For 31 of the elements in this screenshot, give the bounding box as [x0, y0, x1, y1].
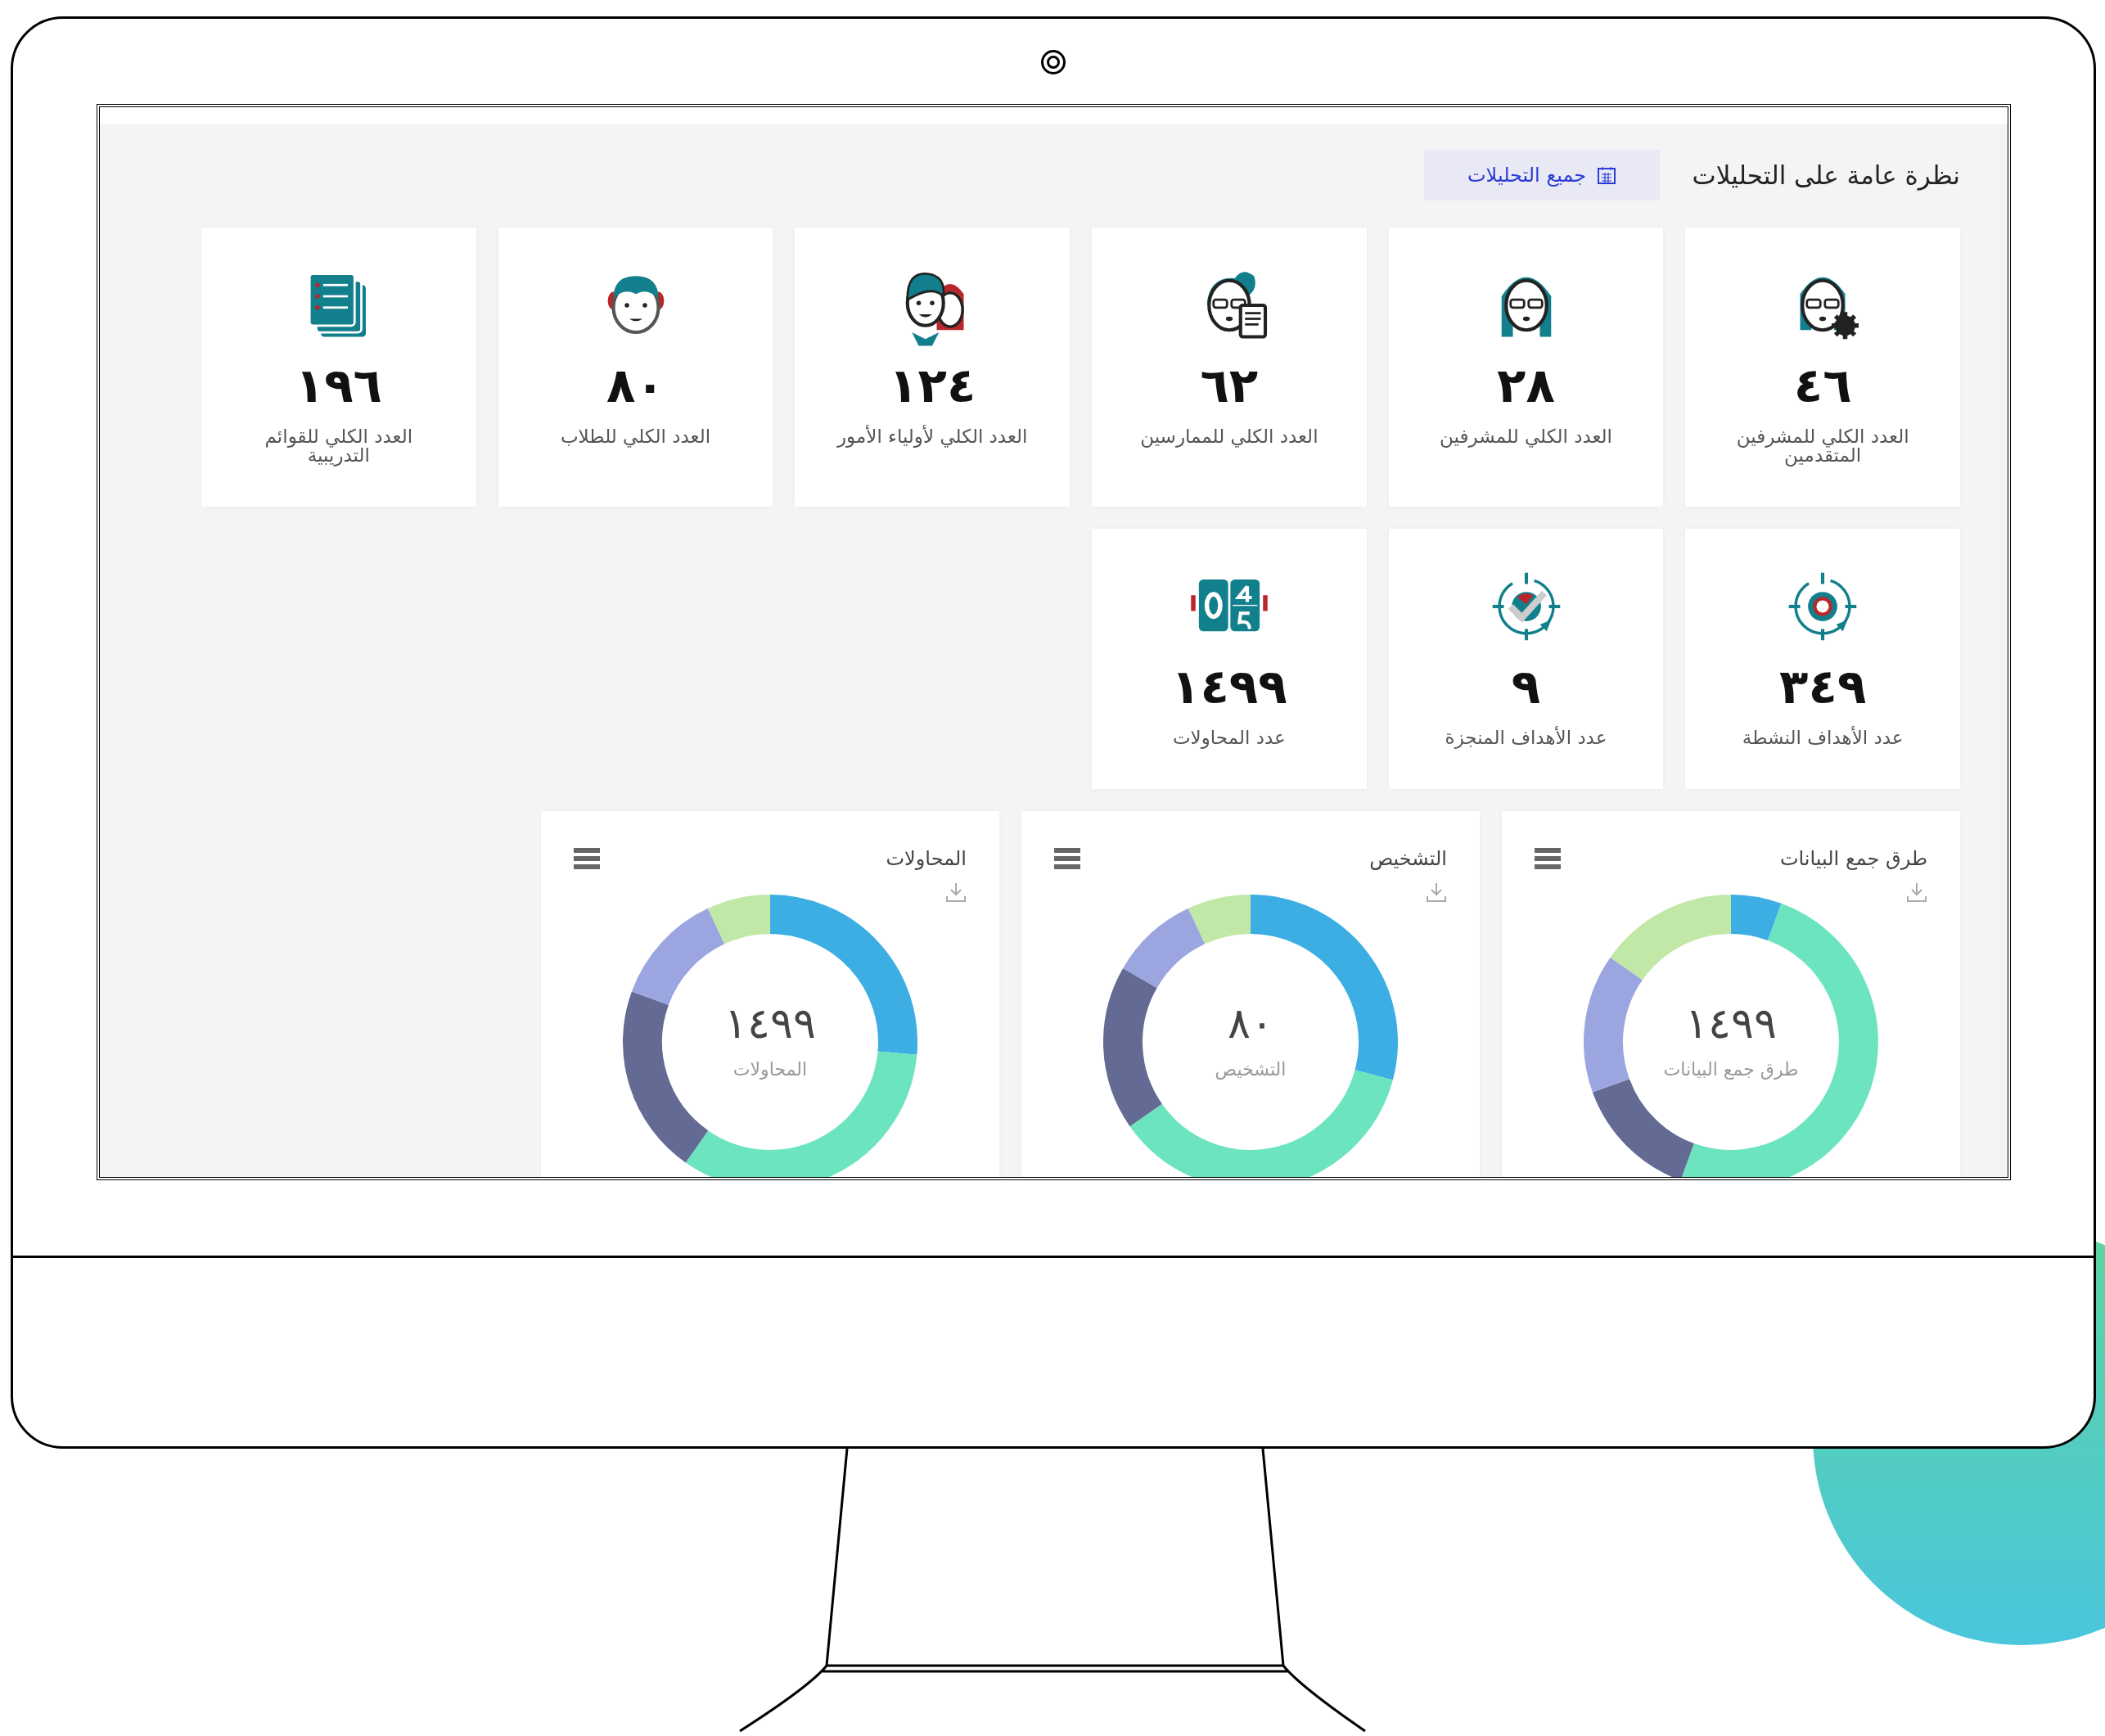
menu-icon[interactable]	[1054, 848, 1080, 869]
chart-center-value: ١٤٩٩	[724, 1001, 816, 1044]
chart-title: التشخيص	[1369, 846, 1447, 872]
menu-icon[interactable]	[574, 848, 600, 869]
filter-button[interactable]: جميع التحليلات	[1423, 150, 1660, 201]
stat-label: العدد الكلي للمشرفين	[1439, 427, 1613, 446]
stat-value: ٤٦	[1793, 362, 1852, 409]
chart-title: المحاولات	[886, 846, 967, 872]
stat-value: ٨٠	[606, 362, 665, 409]
stat-value: ٦٢	[1200, 362, 1259, 409]
stat-label: العدد الكلي للقوائم التدريبية	[264, 427, 414, 465]
stat-value: ٢٨	[1497, 362, 1555, 409]
chart-center-label: طرق جمع البيانات	[1663, 1057, 1799, 1081]
stat-value: ١٢٤	[889, 362, 976, 409]
chart-center-value: ١٤٩٩	[1685, 1001, 1777, 1044]
chart-center-label: المحاولات	[732, 1057, 808, 1081]
stat-value: ١٩٦	[295, 362, 382, 409]
menu-icon[interactable]	[1535, 848, 1561, 869]
stat-label: عدد المحاولات	[1171, 728, 1287, 747]
chart-center-label: التشخيص	[1215, 1057, 1287, 1081]
calendar-icon	[1598, 166, 1616, 184]
chart-center-value: ٨٠	[1228, 1001, 1273, 1044]
stat-value: ٩	[1511, 663, 1541, 710]
page-title: نظرة عامة على التحليلات	[1692, 159, 1960, 192]
stat-label: العدد الكلي للممارسين	[1139, 427, 1319, 446]
stat-value: ١٤٩٩	[1171, 663, 1287, 710]
stat-value: ٣٤٩	[1779, 663, 1867, 710]
chart-title: طرق جمع البيانات	[1779, 846, 1927, 872]
stat-label: العدد الكلي للطلاب	[559, 427, 712, 446]
stat-label: العدد الكلي للمشرفين المتقدمين	[1735, 427, 1910, 465]
camera-icon	[1041, 50, 1066, 74]
